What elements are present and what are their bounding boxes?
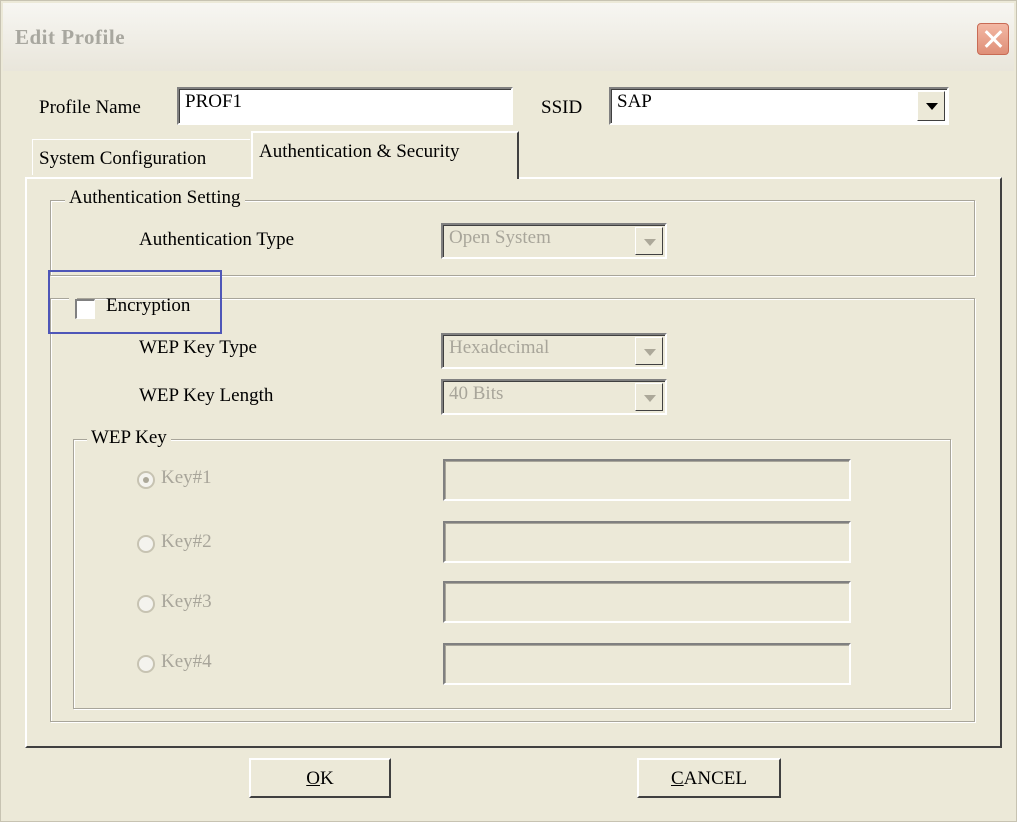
key1-radio[interactable] [137,471,155,489]
chevron-down-icon [635,227,663,255]
encryption-label: Encryption [106,295,191,316]
cancel-button[interactable]: CANCEL [637,758,781,798]
ok-button[interactable]: OK [249,758,391,798]
cancel-mnemonic: C [670,768,684,789]
key2-input[interactable] [443,521,851,563]
ssid-label: SSID [541,97,583,118]
close-icon[interactable] [977,23,1009,55]
ssid-value: SAP [617,91,652,112]
authentication-type-dropdown[interactable]: Open System [441,223,667,259]
profile-name-value: PROF1 [185,91,243,112]
wep-key-type-value: Hexadecimal [449,337,550,358]
ssid-dropdown[interactable]: SAP [609,87,949,125]
chevron-down-icon [635,383,663,411]
edit-profile-dialog: Edit Profile Profile Name PROF1 SSID SAP… [0,0,1017,822]
authentication-type-label: Authentication Type [139,229,295,250]
profile-name-label: Profile Name [39,97,141,118]
profile-name-input[interactable]: PROF1 [177,87,513,125]
title-bar[interactable]: Edit Profile [3,3,1014,71]
wep-key-length-dropdown[interactable]: 40 Bits [441,379,667,415]
encryption-checkbox[interactable] [75,299,95,319]
tab-system-configuration[interactable]: System Configuration [32,139,250,175]
key2-radio[interactable] [137,535,155,553]
authentication-setting-title: Authentication Setting [65,187,245,209]
wep-key-type-label: WEP Key Type [139,337,257,358]
key2-label: Key#2 [161,531,212,552]
cancel-label-rest: ANCEL [683,768,747,789]
key1-label: Key#1 [161,467,212,488]
wep-key-title: WEP Key [87,427,171,449]
key3-input[interactable] [443,581,851,623]
chevron-down-icon [635,337,663,365]
key3-radio[interactable] [137,595,155,613]
wep-key-length-label: WEP Key Length [139,385,274,406]
tab-label: System Configuration [39,148,207,169]
key1-input[interactable] [443,459,851,501]
ok-label-rest: K [320,768,334,789]
key4-input[interactable] [443,643,851,685]
chevron-down-icon[interactable] [917,91,945,121]
key4-radio[interactable] [137,655,155,673]
key4-label: Key#4 [161,651,212,672]
wep-key-length-value: 40 Bits [449,383,504,404]
dialog-title: Edit Profile [15,25,126,49]
key3-label: Key#3 [161,591,212,612]
tab-label: Authentication & Security [259,141,460,162]
wep-key-type-dropdown[interactable]: Hexadecimal [441,333,667,369]
tab-authentication-security[interactable]: Authentication & Security [251,131,519,179]
authentication-type-value: Open System [449,227,551,248]
ok-mnemonic: O [306,768,320,789]
